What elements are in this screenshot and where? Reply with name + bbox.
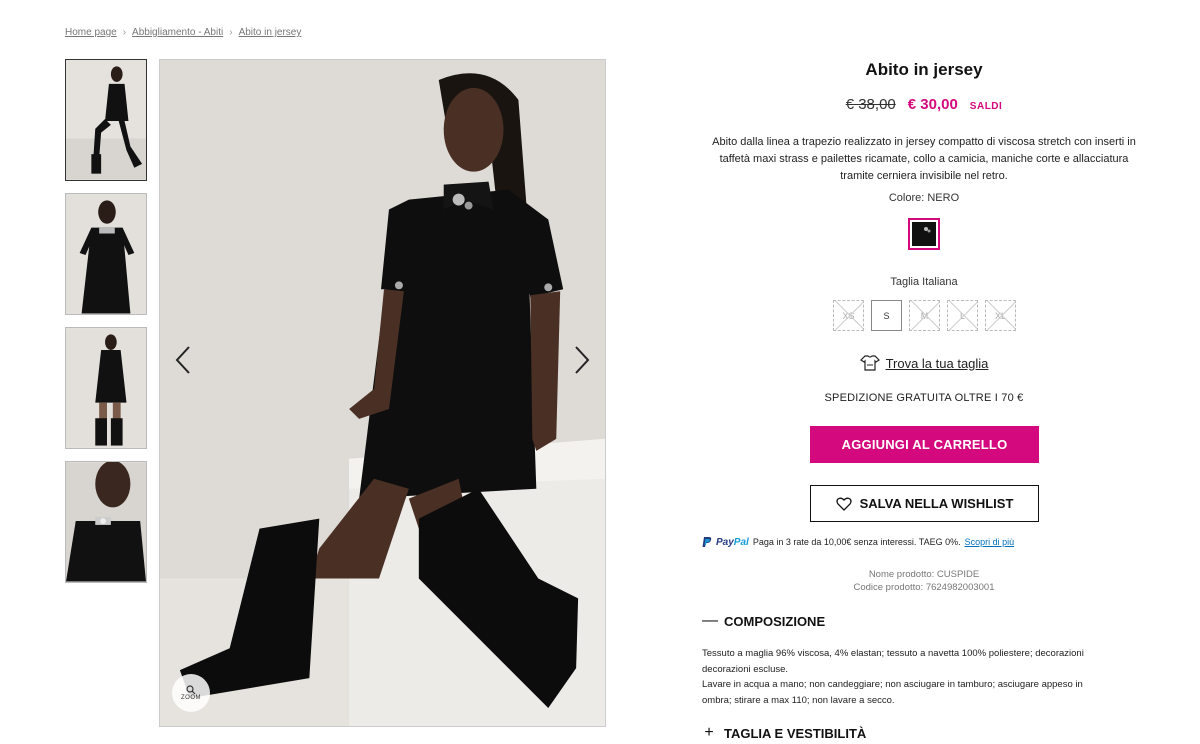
thumbnail-3[interactable] (65, 327, 147, 449)
size-selector: XS S M L XL (833, 300, 1016, 331)
wishlist-button[interactable]: SALVA NELLA WISHLIST (810, 485, 1039, 522)
zoom-label: ZOOM (181, 695, 201, 701)
paypal-logo-pal: Pal (733, 536, 749, 548)
product-thumbnail-image (66, 462, 146, 582)
magnifier-icon (186, 685, 196, 695)
next-image-button[interactable] (567, 345, 597, 375)
paypal-text: Paga in 3 rate da 10,00€ senza interessi… (752, 537, 961, 547)
breadcrumb-category[interactable]: Abbigliamento - Abiti (132, 27, 223, 38)
thumbnail-list (65, 59, 147, 595)
paypal-learn-more-link[interactable]: Scopri di più (965, 537, 1015, 547)
paypal-logo: PayPal (716, 537, 749, 548)
minus-icon: — (702, 612, 718, 629)
accordion-composition[interactable]: — COMPOSIZIONE (702, 612, 825, 630)
product-code: Codice prodotto: 7624982003001 (853, 582, 995, 593)
product-thumbnail-image (66, 60, 146, 180)
zoom-button[interactable]: ZOOM (172, 674, 210, 712)
size-option-xs[interactable]: XS (833, 300, 864, 331)
size-option-xl[interactable]: XL (985, 300, 1016, 331)
accordion-size-fit[interactable]: + TAGLIA E VESTIBILITÀ (702, 724, 866, 742)
size-option-m[interactable]: M (909, 300, 940, 331)
care-line-1: Lavare in acqua a mano; non candeggiare;… (702, 679, 1083, 690)
thumbnail-2[interactable] (65, 193, 147, 315)
swatch-image (912, 222, 936, 246)
thumbnail-4[interactable] (65, 461, 147, 583)
find-size-label[interactable]: Trova la tua taglia (886, 356, 989, 371)
shipping-note: SPEDIZIONE GRATUITA OLTRE I 70 € (824, 392, 1024, 404)
product-title: Abito in jersey (865, 60, 983, 79)
accordion-composition-title: COMPOSIZIONE (724, 613, 826, 629)
size-label: Taglia Italiana (890, 276, 958, 288)
breadcrumb-current[interactable]: Abito in jersey (239, 27, 302, 38)
product-photo (160, 60, 605, 726)
product-meta: Nome prodotto: CUSPIDE Codice prodotto: … (700, 568, 1148, 594)
product-description: Abito dalla linea a trapezio realizzato … (712, 136, 1136, 182)
composition-content: Tessuto a maglia 96% viscosa, 4% elastan… (702, 646, 1142, 708)
product-thumbnail-image (66, 328, 146, 448)
chevron-right-icon: › (229, 27, 233, 38)
paypal-icon (702, 537, 712, 547)
breadcrumb: Home page › Abbigliamento - Abiti › Abit… (65, 27, 301, 38)
product-name: Nome prodotto: CUSPIDE (868, 569, 980, 580)
previous-image-button[interactable] (168, 345, 198, 375)
sale-badge: SALDI (969, 101, 1003, 112)
accordion-size-fit-title: TAGLIA E VESTIBILITÀ (724, 725, 867, 741)
product-main-image[interactable]: ZOOM (159, 59, 606, 727)
composition-line-2: decorazioni escluse. (702, 663, 789, 675)
color-swatch-nero[interactable] (908, 218, 940, 250)
composition-line-1: Tessuto a maglia 96% viscosa, 4% elastan… (702, 648, 1084, 659)
breadcrumb-home[interactable]: Home page (65, 27, 117, 38)
price-original: € 38,00 (845, 96, 896, 113)
price-sale: € 30,00 (907, 96, 958, 113)
wishlist-label: SALVA NELLA WISHLIST (859, 496, 1014, 511)
paypal-installments: PayPal Paga in 3 rate da 10,00€ senza in… (702, 536, 1014, 548)
color-label: Colore: NERO (888, 192, 960, 204)
thumbnail-1[interactable] (65, 59, 147, 181)
care-line-2: ombra; stirare a max 110; non lavare a s… (702, 694, 895, 706)
chevron-right-icon (575, 346, 590, 374)
paypal-logo-pay: Pay (716, 536, 734, 548)
swatch-pattern (924, 227, 931, 233)
chevron-right-icon: › (122, 27, 127, 38)
price-block: € 38,00 € 30,00 SALDI (700, 96, 1148, 113)
tshirt-ruler-icon (859, 355, 880, 371)
chevron-left-icon (175, 346, 190, 374)
product-thumbnail-image (66, 194, 146, 314)
plus-icon: + (704, 724, 714, 741)
heart-icon (835, 497, 852, 511)
size-option-s[interactable]: S (871, 300, 902, 331)
add-to-cart-button[interactable]: AGGIUNGI AL CARRELLO (810, 426, 1039, 463)
size-option-l[interactable]: L (947, 300, 978, 331)
find-size-link[interactable]: Trova la tua taglia (700, 354, 1148, 372)
